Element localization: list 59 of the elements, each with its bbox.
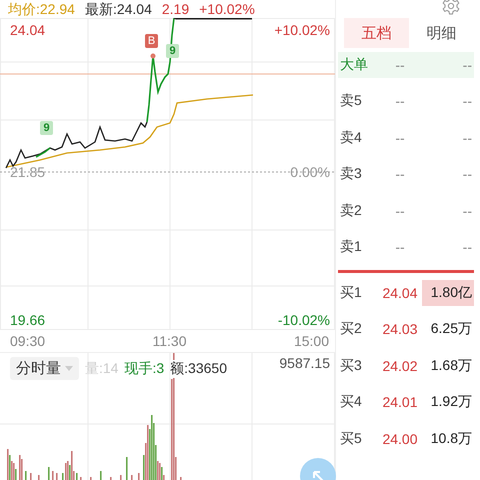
volume-cell-text: 6.25万: [430, 319, 473, 338]
price-cell-text: 24.04: [381, 284, 419, 301]
row-label: 卖5: [339, 92, 363, 110]
indicator-dropdown[interactable]: 分时量: [10, 357, 79, 380]
volume-cell-text: --: [462, 92, 473, 112]
axis-label: 19.66: [10, 312, 46, 328]
volume-cell-text: 1.92万: [430, 392, 473, 412]
price-change: 2.19: [162, 1, 190, 17]
volume-cell: 1.80亿: [422, 280, 474, 306]
volume-cell-text: --: [462, 128, 473, 148]
current-hand: 现手:3: [124, 360, 164, 378]
axis-label: 0.00%: [290, 164, 330, 180]
price-cell-text: 24.02: [381, 358, 419, 374]
price-cell-text: --: [394, 166, 406, 182]
volume-cell-text: 10.8万: [430, 428, 473, 448]
row-label: 大单: [339, 56, 369, 74]
signal-marker: 9: [166, 44, 179, 58]
price-cell-text: --: [394, 202, 406, 219]
row-label: 买5: [339, 430, 363, 448]
signal-marker: 9: [40, 121, 53, 135]
rising-price-line: [36, 147, 50, 158]
price-cell-text: 24.00: [381, 430, 419, 447]
row-label: 买4: [339, 393, 363, 412]
latest-price: 最新:24.04: [84, 1, 152, 17]
volume-cell-text: --: [462, 56, 473, 75]
volume-cell-text: 1.68万: [430, 356, 473, 375]
row-label: 卖1: [339, 238, 363, 256]
settings-icon[interactable]: [442, 0, 460, 15]
axis-label: 21.85: [10, 164, 46, 180]
change-percent: +10.02%: [199, 1, 255, 17]
row-label: 买3: [339, 356, 363, 375]
row-label: 卖4: [339, 128, 363, 147]
volume-cell-text: --: [462, 202, 473, 221]
time-label: 09:30: [10, 333, 46, 349]
volume-cell-text: --: [462, 165, 473, 184]
max-volume: 9587.15: [279, 355, 330, 371]
arrow-icon: [311, 469, 325, 480]
row-label: 卖2: [339, 202, 363, 220]
tab[interactable]: 五档: [344, 18, 409, 48]
price-cell-text: 24.01: [381, 394, 419, 410]
amount-value: 额:33650: [170, 360, 227, 378]
axis-label: +10.02%: [274, 22, 330, 38]
volume-cell-text: --: [462, 238, 473, 258]
caret-icon: [65, 366, 73, 371]
buy-marker: B: [145, 34, 158, 48]
axis-label: -10.02%: [278, 312, 330, 328]
price-cell-text: --: [394, 57, 406, 73]
price-cell-text: --: [394, 239, 406, 256]
row-label: 买2: [339, 320, 363, 338]
price-cell-text: --: [394, 130, 406, 146]
row-label: 买1: [339, 284, 363, 302]
time-label: 11:30: [152, 333, 186, 349]
row-label: 卖3: [339, 165, 363, 184]
time-label: 15:00: [294, 333, 329, 349]
buy-point: [150, 54, 156, 58]
price-cell-text: 24.03: [381, 321, 419, 338]
axis-label: 24.04: [10, 22, 46, 38]
average-price: 均价:22.94: [8, 1, 75, 17]
price-cell-text: --: [394, 93, 406, 110]
